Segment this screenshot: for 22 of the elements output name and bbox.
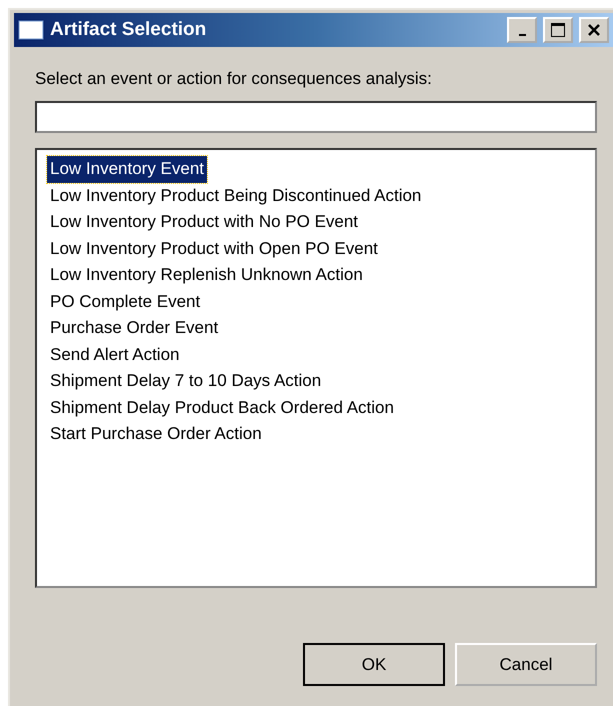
- list-item[interactable]: Send Alert Action: [47, 342, 182, 368]
- list-item[interactable]: Low Inventory Product Being Discontinued Action: [47, 182, 424, 209]
- window-icon: [18, 20, 44, 40]
- list-item[interactable]: Shipment Delay 7 to 10 Days Action: [47, 368, 324, 394]
- maximize-button[interactable]: [543, 17, 573, 43]
- dialog-button[interactable]: OK: [303, 643, 445, 686]
- list-item[interactable]: Start Purchase Order Action: [47, 421, 265, 448]
- maximize-icon: [550, 22, 566, 38]
- list-item[interactable]: Purchase Order Event: [47, 315, 222, 342]
- list-item[interactable]: Low Inventory Event: [47, 156, 208, 182]
- minimize-icon: [518, 34, 526, 36]
- prompt-label: Select an event or action for consequences analysis:: [35, 69, 433, 89]
- list-item[interactable]: Low Inventory Product with Open PO Event: [47, 236, 381, 262]
- list-item[interactable]: Low Inventory Replenish Unknown Action: [47, 262, 366, 288]
- list-item[interactable]: PO Complete Event: [47, 288, 204, 315]
- close-button[interactable]: [579, 17, 609, 43]
- window-title: Artifact Selection: [50, 19, 208, 41]
- list-item[interactable]: Shipment Delay Product Back Ordered Action: [47, 394, 397, 421]
- close-icon: [587, 23, 601, 37]
- dialog-button[interactable]: Cancel: [455, 643, 597, 686]
- list-item[interactable]: Low Inventory Product with No PO Event: [47, 209, 362, 236]
- filter-field[interactable]: [35, 101, 597, 133]
